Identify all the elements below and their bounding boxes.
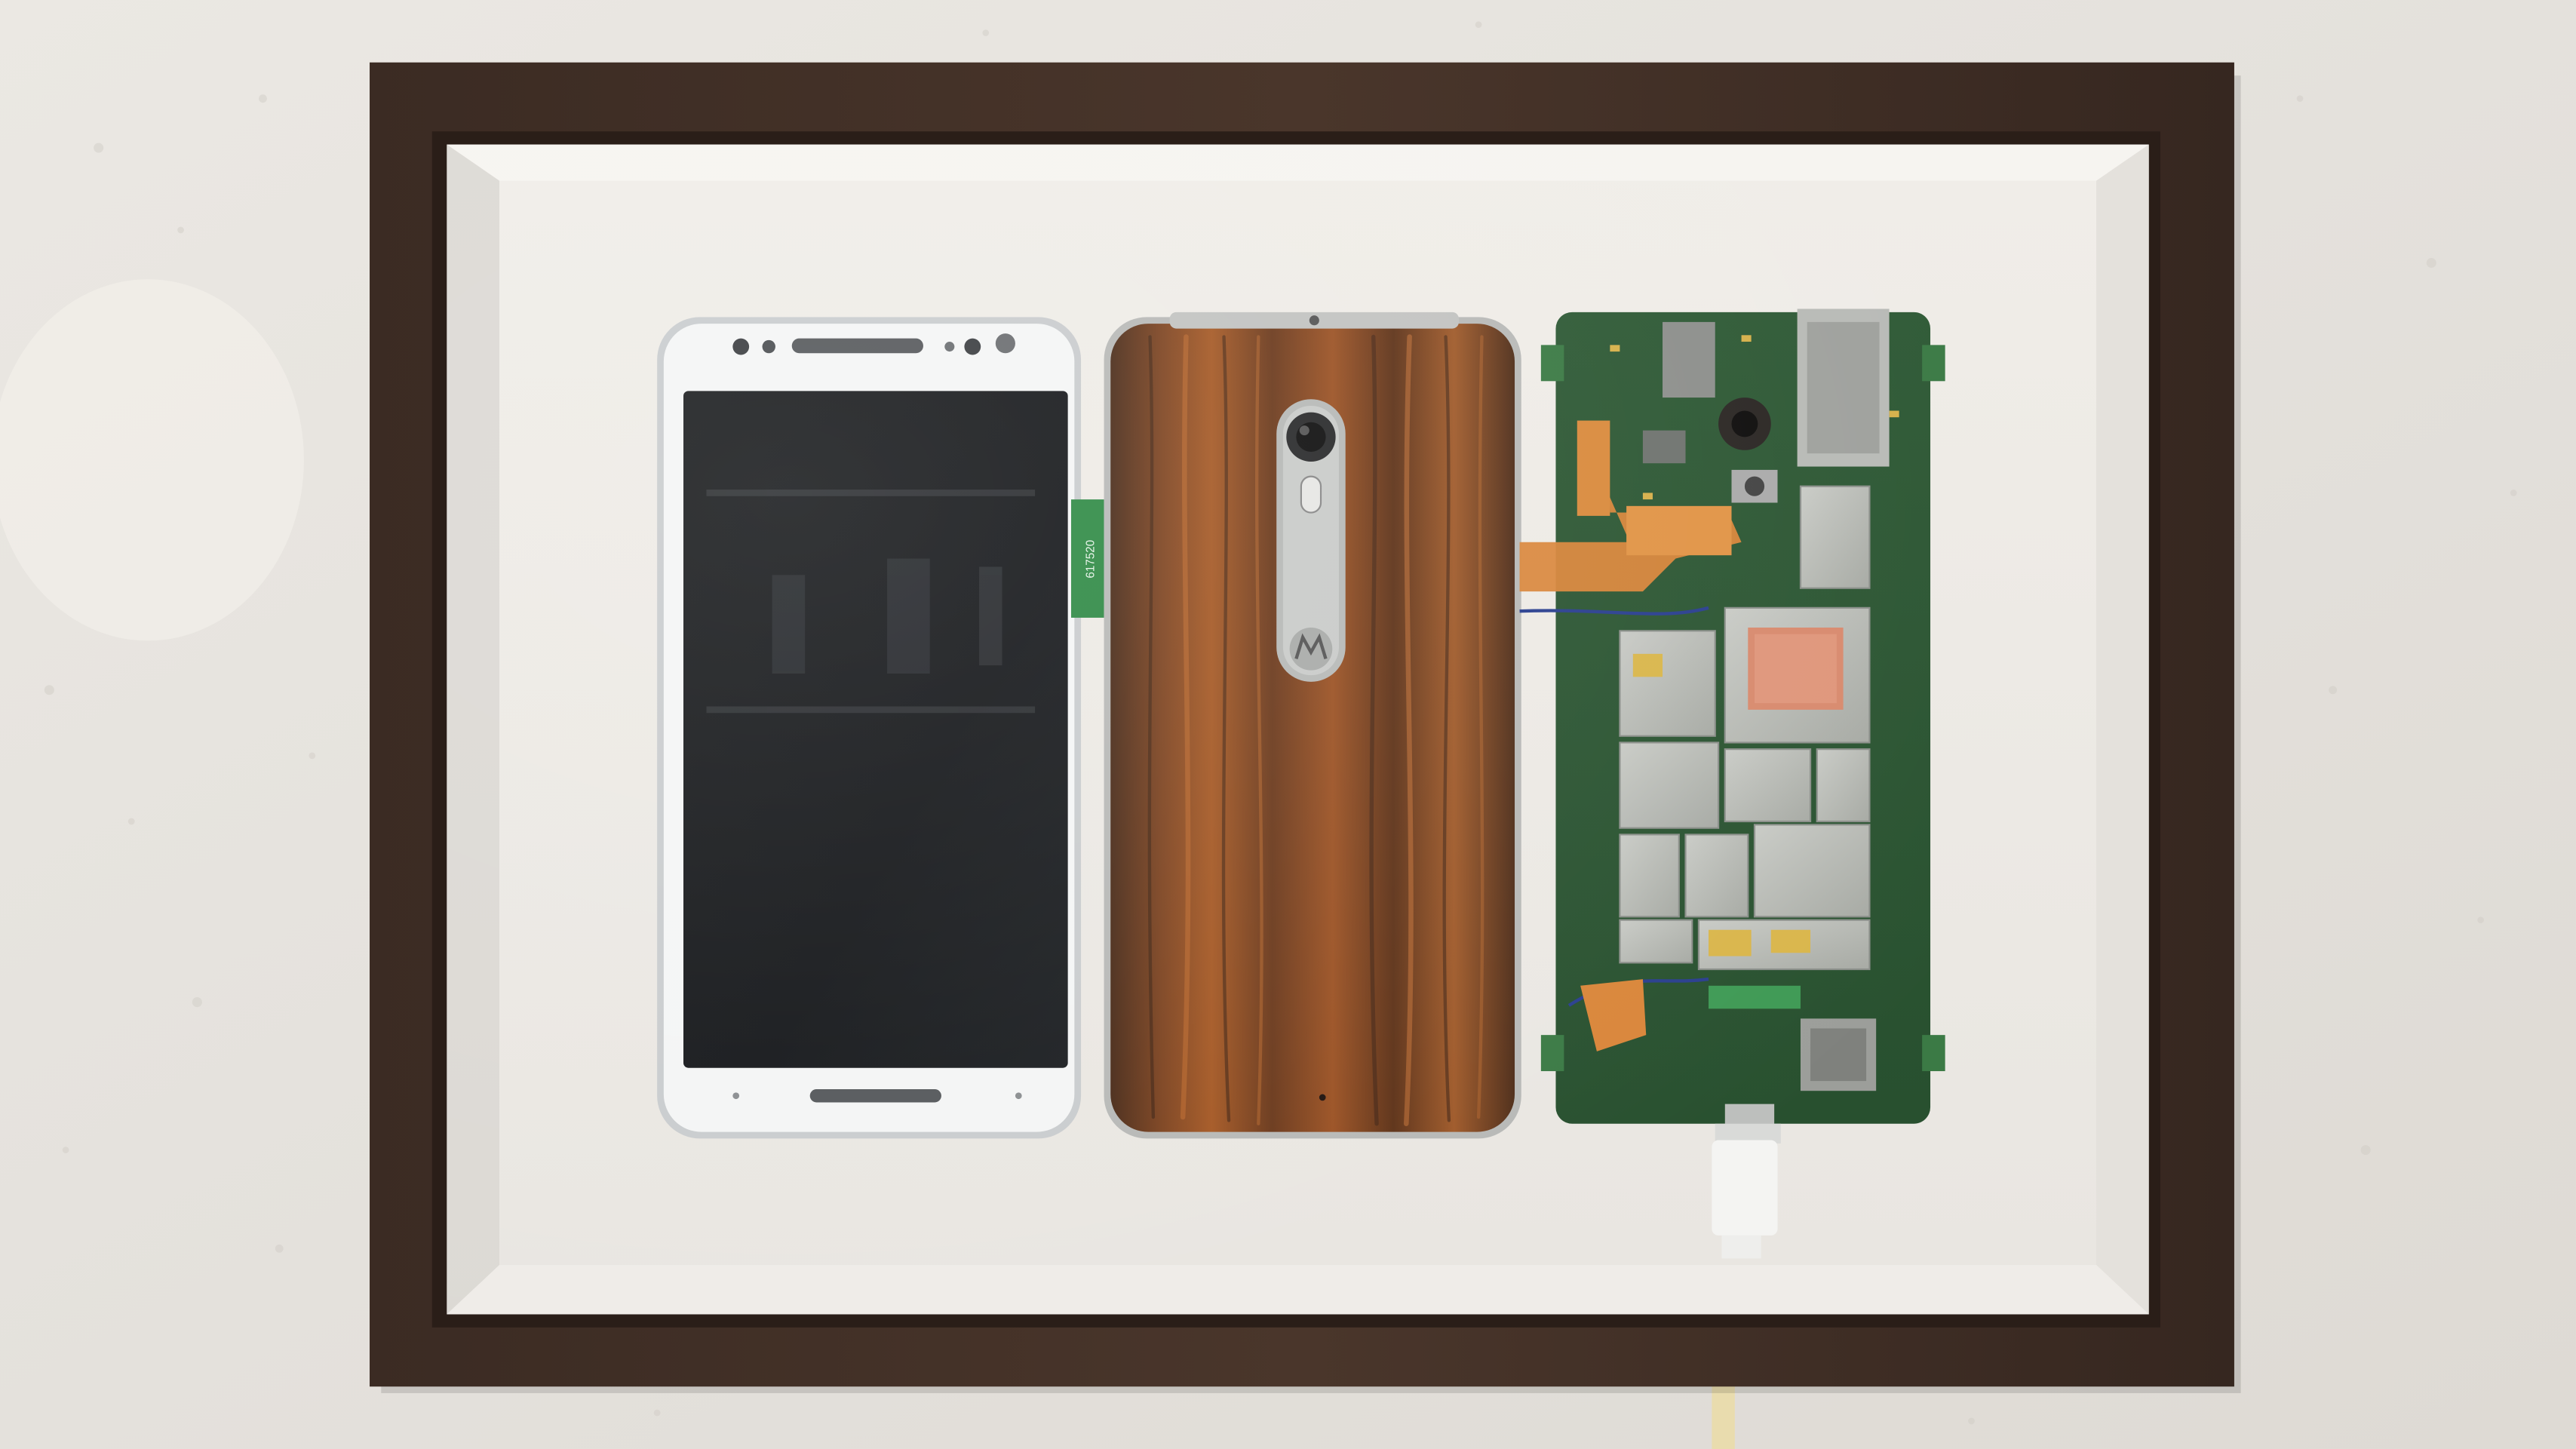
scene-svg: 617520: [0, 0, 2576, 1449]
wall-light-patch: [0, 279, 304, 641]
photo-scene: 617520: [0, 0, 2576, 1449]
glass-glare: [447, 144, 2149, 1315]
